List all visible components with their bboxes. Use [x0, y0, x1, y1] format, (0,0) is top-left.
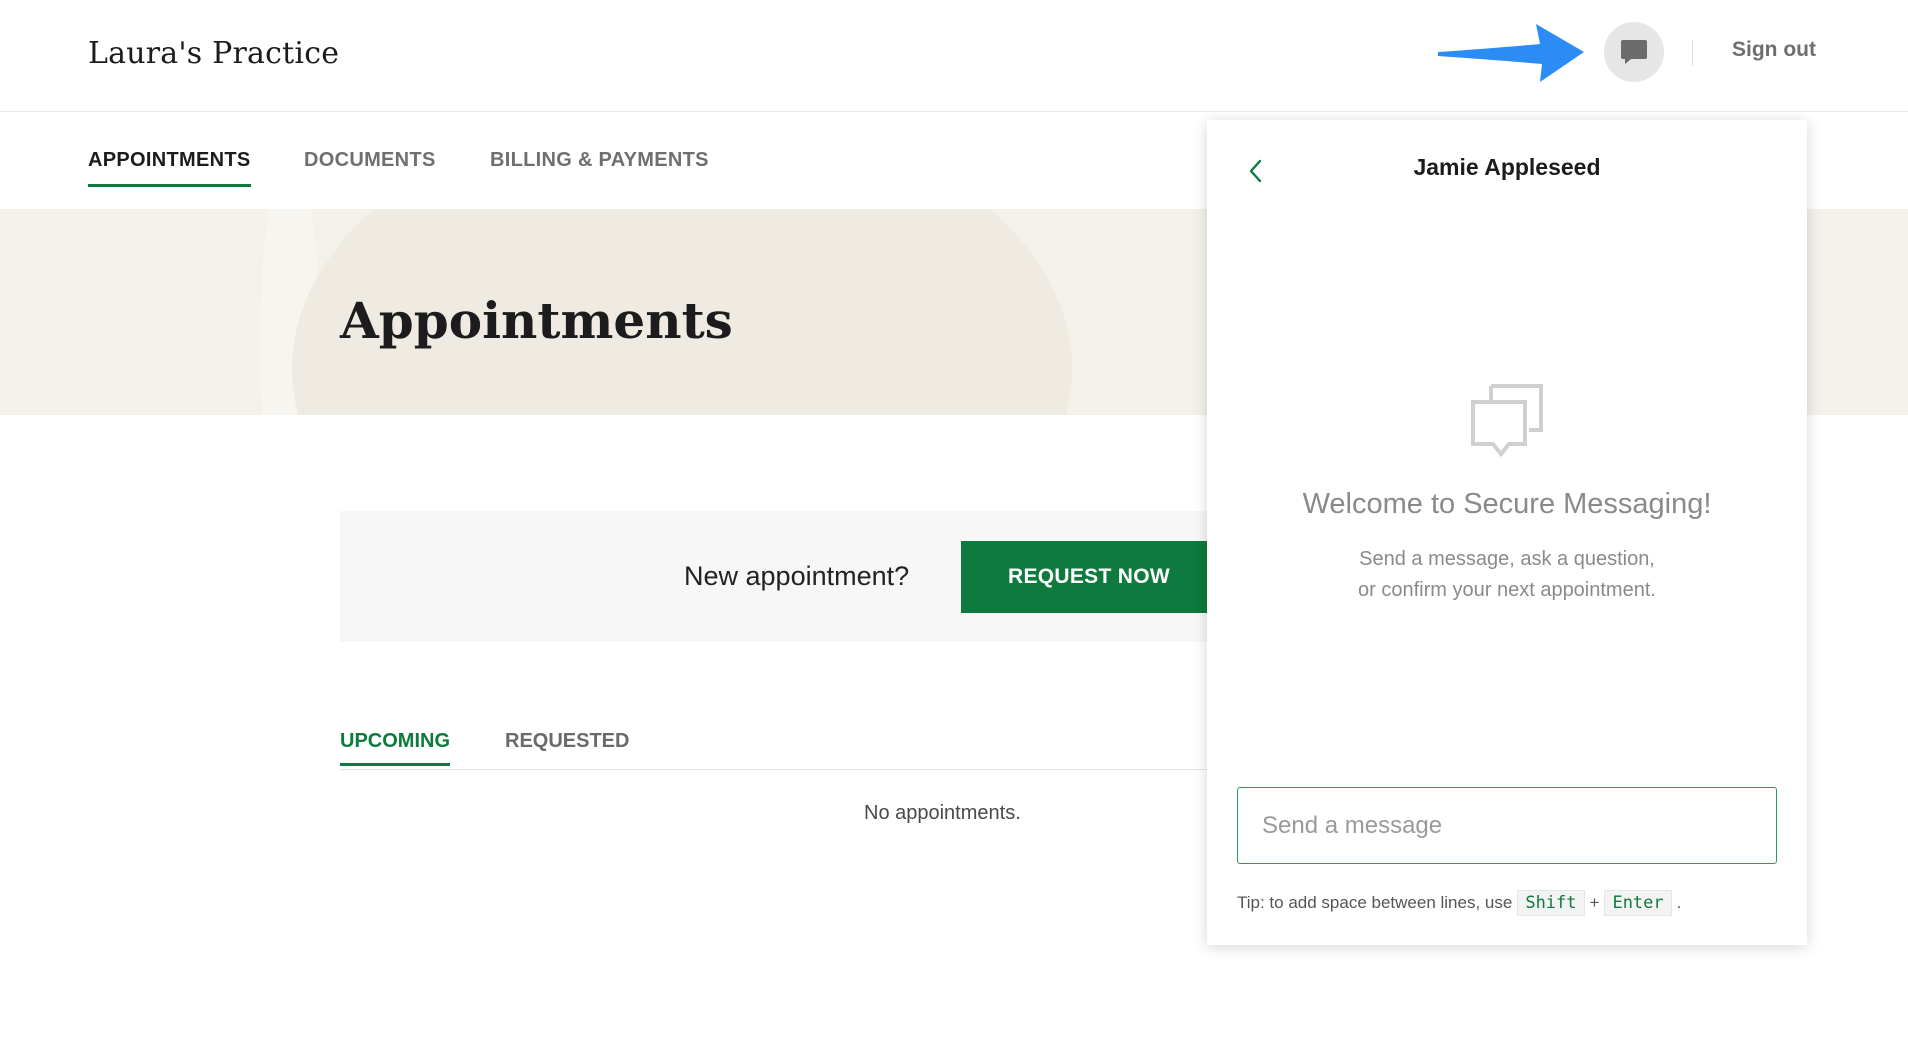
tab-requested[interactable]: REQUESTED — [505, 730, 629, 763]
tip-plus: + — [1589, 893, 1600, 912]
tab-documents[interactable]: DOCUMENTS — [304, 149, 436, 184]
new-appointment-band: New appointment? REQUEST NOW — [340, 511, 1350, 642]
appointment-subtabs: UPCOMING REQUESTED — [340, 720, 1350, 770]
tip-text: Tip: to add space between lines, use — [1237, 893, 1513, 912]
messages-button[interactable] — [1604, 22, 1664, 82]
new-appointment-prompt: New appointment? — [684, 561, 910, 591]
tab-appointments[interactable]: APPOINTMENTS — [88, 149, 251, 187]
tab-upcoming[interactable]: UPCOMING — [340, 730, 450, 766]
chat-recipient-name: Jamie Appleseed — [1413, 154, 1601, 180]
input-tip: Tip: to add space between lines, use Shi… — [1237, 890, 1681, 916]
welcome-heading: Welcome to Secure Messaging! — [1302, 488, 1712, 520]
empty-appointments-message: No appointments. — [864, 802, 1021, 824]
pointer-arrow-icon — [1438, 24, 1584, 82]
chat-panel: Jamie Appleseed Welcome to Secure Messag… — [1207, 120, 1807, 945]
request-now-button[interactable]: REQUEST NOW — [961, 541, 1217, 613]
header-divider — [1692, 40, 1693, 66]
welcome-subtext: Send a message, ask a question, or confi… — [1207, 544, 1807, 606]
shift-key-hint: Shift — [1517, 890, 1585, 916]
enter-key-hint: Enter — [1604, 890, 1672, 916]
chat-bubble-icon — [1621, 40, 1647, 64]
tab-billing-payments[interactable]: BILLING & PAYMENTS — [490, 149, 709, 184]
welcome-subtext-line-2: or confirm your next appointment. — [1358, 579, 1656, 601]
page-title: Appointments — [340, 291, 733, 350]
message-input[interactable] — [1237, 787, 1777, 864]
welcome-subtext-line-1: Send a message, ask a question, — [1359, 548, 1655, 570]
sign-out-link[interactable]: Sign out — [1732, 38, 1816, 62]
practice-name[interactable]: Laura's Practice — [88, 36, 339, 71]
tip-period: . — [1676, 893, 1682, 912]
conversation-icon — [1471, 384, 1543, 458]
top-header: Laura's Practice Sign out — [0, 0, 1908, 112]
